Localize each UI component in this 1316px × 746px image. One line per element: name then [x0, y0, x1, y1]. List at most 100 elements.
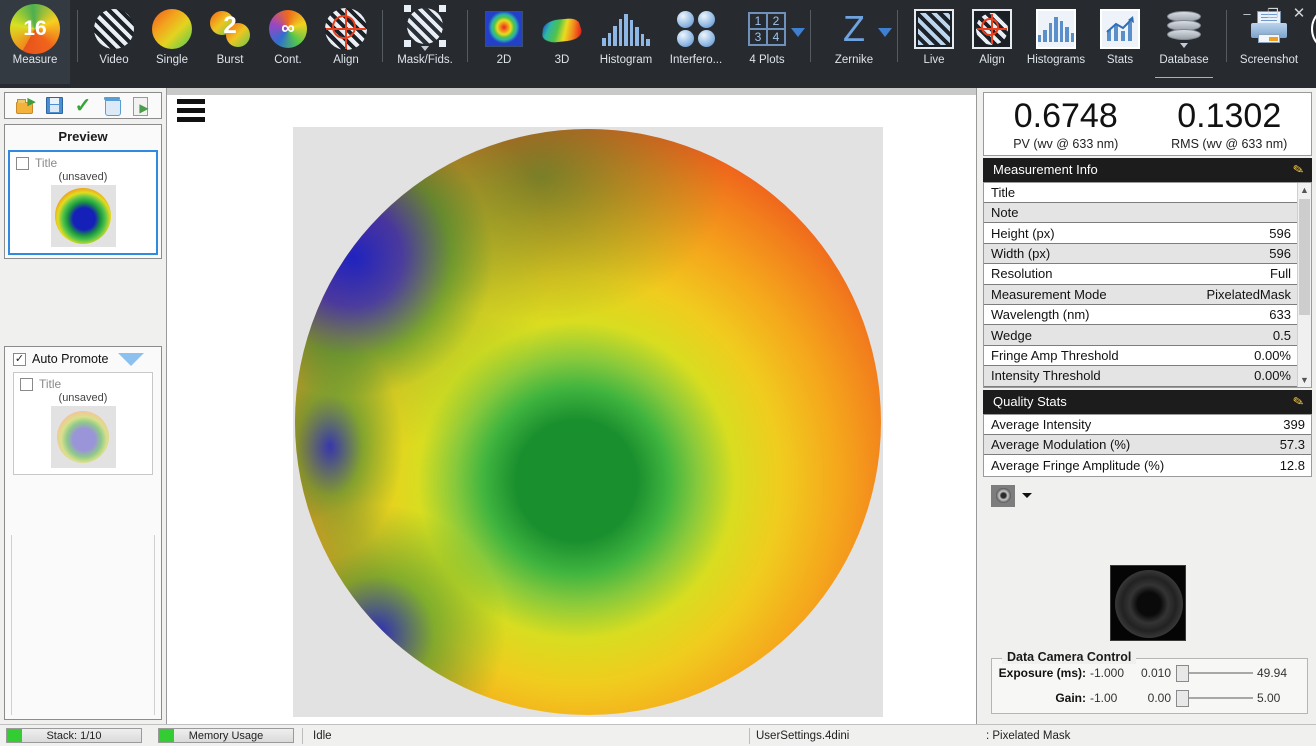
table-row[interactable]: Title — [984, 183, 1297, 203]
preview-thumbnail-card[interactable]: Title (unsaved) — [8, 150, 158, 255]
close-button[interactable]: ✕ — [1286, 2, 1312, 24]
table-row[interactable]: ResolutionFull — [984, 264, 1297, 284]
thumbnail-checkbox[interactable] — [16, 157, 29, 170]
export-icon[interactable] — [131, 96, 151, 116]
thumbnail-image[interactable] — [51, 185, 116, 247]
ribbon-item-cont[interactable]: ∞ Cont. — [259, 0, 317, 84]
camera-preview-icon[interactable] — [991, 485, 1015, 507]
ribbon-item-label: Zernike — [835, 54, 873, 66]
progress-fill — [159, 729, 174, 742]
measurement-sidebar: ▶ ✓ Preview Title (unsaved) — [0, 88, 167, 724]
minimize-button[interactable]: – — [1234, 2, 1260, 24]
ribbon-item-label: Live — [923, 54, 944, 66]
table-row[interactable]: Average Fringe Amplitude (%)12.8 — [984, 455, 1311, 475]
scrollbar-thumb[interactable] — [1299, 199, 1310, 315]
measure-badge-icon: 16 — [10, 6, 60, 52]
restore-button[interactable]: ❐ — [1260, 2, 1286, 24]
auto-promote-checkbox[interactable]: ✓ — [13, 353, 26, 366]
table-row[interactable]: Intensity Threshold0.00% — [984, 366, 1297, 386]
ribbon-item-database[interactable]: Database — [1149, 0, 1219, 84]
table-row[interactable]: Measurement ModePixelatedMask — [984, 285, 1297, 305]
quality-stats-rows: Average Intensity399 Average Modulation … — [984, 415, 1311, 476]
memory-usage-progress[interactable]: Memory Usage — [158, 728, 294, 743]
thumbnail-header: Title — [20, 377, 146, 391]
ribbon-item-label: Interfero... — [670, 54, 722, 66]
table-row[interactable]: Width (px)596 — [984, 244, 1297, 264]
ribbon-item-4-plots[interactable]: 1 2 3 4 4 Plots — [731, 0, 803, 84]
slider-knob[interactable] — [1176, 665, 1189, 682]
thumbnail-title: Title — [35, 156, 57, 170]
hatched-circle-icon — [94, 6, 134, 52]
delete-trash-icon[interactable] — [102, 96, 122, 116]
ribbon-item-zernike[interactable]: Z Zernike — [818, 0, 890, 84]
camera-thumbnail-row[interactable] — [991, 485, 1316, 507]
slider-knob[interactable] — [1176, 690, 1189, 707]
table-row[interactable]: Average Intensity399 — [984, 415, 1311, 435]
table-row[interactable]: Height (px) 596 — [984, 223, 1297, 243]
chevron-down-icon[interactable] — [421, 46, 429, 51]
ribbon-item-histograms[interactable]: Histograms — [1021, 0, 1091, 84]
chevron-down-icon[interactable] — [1022, 493, 1032, 498]
interferogram-icon — [676, 6, 716, 52]
pv-label: PV (wv @ 633 nm) — [984, 137, 1148, 151]
ribbon-group-mask: Mask/Fids. — [390, 0, 460, 88]
table-row[interactable]: Wavelength (nm)633 — [984, 305, 1297, 325]
scroll-up-icon[interactable]: ▲ — [1298, 183, 1311, 197]
row-key: Height (px) — [991, 226, 1055, 241]
plot-view-splitter[interactable] — [167, 88, 976, 95]
gain-slider[interactable] — [1176, 689, 1253, 707]
ribbon-item-burst[interactable]: 2 Burst — [201, 0, 259, 84]
promoted-thumbnail-card[interactable]: Title (unsaved) — [13, 372, 153, 475]
status-divider — [749, 728, 750, 744]
stack-progress[interactable]: Stack: 1/10 — [6, 728, 142, 743]
infinity-glyph: ∞ — [281, 18, 295, 40]
ribbon-item-video[interactable]: Video — [85, 0, 143, 84]
scroll-down-icon[interactable]: ▼ — [1298, 373, 1311, 387]
ribbon-item-3d[interactable]: 3D — [533, 0, 591, 84]
ribbon-separator — [467, 10, 468, 62]
ribbon-item-align[interactable]: Align — [317, 0, 375, 84]
gain-max-value: 5.00 — [1257, 691, 1303, 705]
edit-pencil-icon[interactable]: ✎ — [1292, 161, 1306, 179]
thumbnail-checkbox[interactable] — [20, 378, 33, 391]
ribbon-item-single[interactable]: Single — [143, 0, 201, 84]
ribbon-item-live[interactable]: Live — [905, 0, 963, 84]
phase-map-canvas[interactable] — [293, 127, 883, 717]
ribbon-item-interferogram[interactable]: Interfero... — [661, 0, 731, 84]
phase-map-gradient-overlay — [295, 129, 881, 715]
accept-check-icon[interactable]: ✓ — [73, 96, 93, 116]
ribbon-item-2d[interactable]: 2D — [475, 0, 533, 84]
plot-cell: 1 — [749, 13, 767, 29]
ribbon-item-align-tool[interactable]: Align — [963, 0, 1021, 84]
table-row[interactable]: Wedge0.5 — [984, 325, 1297, 345]
table-row[interactable]: Fringe Amp Threshold0.00% — [984, 346, 1297, 366]
table-row[interactable]: Note — [984, 203, 1297, 223]
plot-menu-icon[interactable] — [177, 99, 205, 126]
row-value: PixelatedMask — [1206, 287, 1291, 302]
camera-live-image[interactable] — [1110, 565, 1186, 641]
status-mask-mode: : Pixelated Mask — [986, 730, 1316, 742]
ribbon-item-stats[interactable]: Stats — [1091, 0, 1149, 84]
edit-pencil-icon[interactable]: ✎ — [1292, 393, 1306, 411]
open-icon[interactable]: ▶ — [15, 96, 35, 116]
chevron-down-icon[interactable] — [791, 28, 805, 37]
ribbon-item-label: Single — [156, 54, 188, 66]
align-crosshair-icon — [325, 6, 367, 52]
main-ribbon-toolbar: – ❐ ✕ 16 Measure Video Single — [0, 0, 1316, 88]
window-controls: – ❐ ✕ — [1234, 2, 1312, 24]
save-icon[interactable] — [44, 96, 64, 116]
promote-down-arrow-icon[interactable] — [118, 353, 144, 366]
auto-promote-row[interactable]: ✓ Auto Promote — [5, 347, 161, 368]
row-value: 596 — [1269, 226, 1291, 241]
table-row[interactable]: Average Modulation (%)57.3 — [984, 435, 1311, 455]
progress-fill — [7, 729, 22, 742]
measurement-info-scrollbar[interactable]: ▲ ▼ — [1297, 183, 1311, 387]
exposure-slider[interactable] — [1176, 664, 1253, 682]
ribbon-item-mask-fids[interactable]: Mask/Fids. — [390, 0, 460, 84]
ribbon-item-histogram[interactable]: Histogram — [591, 0, 661, 84]
exposure-current-value: 0.010 — [1134, 666, 1172, 680]
thumbnail-image[interactable] — [51, 406, 116, 468]
pv-cell: 0.6748 PV (wv @ 633 nm) — [984, 99, 1148, 151]
ribbon-item-measure[interactable]: 16 Measure — [0, 0, 70, 84]
chevron-down-icon[interactable] — [878, 28, 892, 37]
